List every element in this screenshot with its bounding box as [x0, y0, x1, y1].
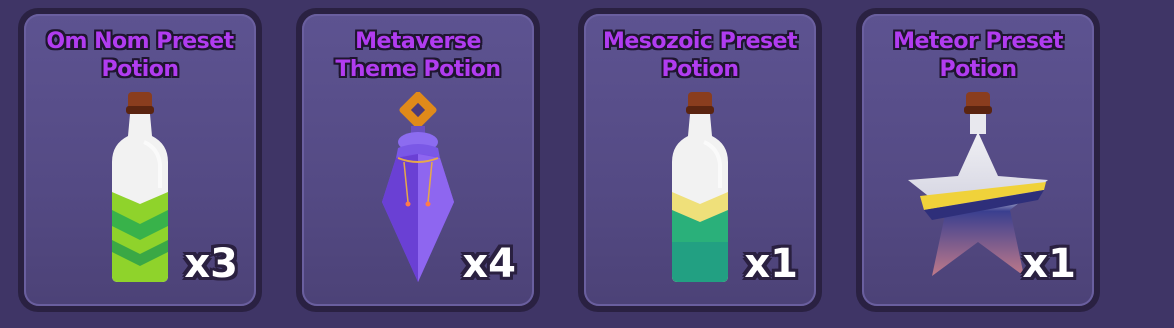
item-count: x1 — [1022, 241, 1076, 287]
potion-card-mesozoic[interactable]: Mesozoic Preset Potion x1 — [578, 8, 822, 312]
card-body: Metaverse Theme Potion x4 — [302, 14, 534, 306]
item-name: Meteor Preset Potion — [893, 29, 1063, 82]
item-count: x1 — [744, 241, 798, 287]
potion-card-meteor[interactable]: Meteor Preset Potion x1 — [856, 8, 1100, 312]
item-name: Mesozoic Preset Potion — [602, 29, 798, 82]
item-name: Metaverse Theme Potion — [335, 29, 501, 82]
green-chevron-bottle-icon — [112, 92, 168, 282]
potion-card-om-nom[interactable]: Om Nom Preset Potion x3 — [18, 8, 262, 312]
card-body: Meteor Preset Potion x1 — [862, 14, 1094, 306]
item-name: Om Nom Preset Potion — [46, 29, 234, 82]
card-body: Om Nom Preset Potion x3 — [24, 14, 256, 306]
item-count: x4 — [462, 241, 516, 287]
potion-card-metaverse[interactable]: Metaverse Theme Potion x4 — [296, 8, 540, 312]
purple-crystal-potion-icon — [382, 92, 454, 282]
item-count: x3 — [184, 241, 238, 287]
teal-yellow-bottle-icon — [672, 92, 728, 282]
card-body: Mesozoic Preset Potion x1 — [584, 14, 816, 306]
